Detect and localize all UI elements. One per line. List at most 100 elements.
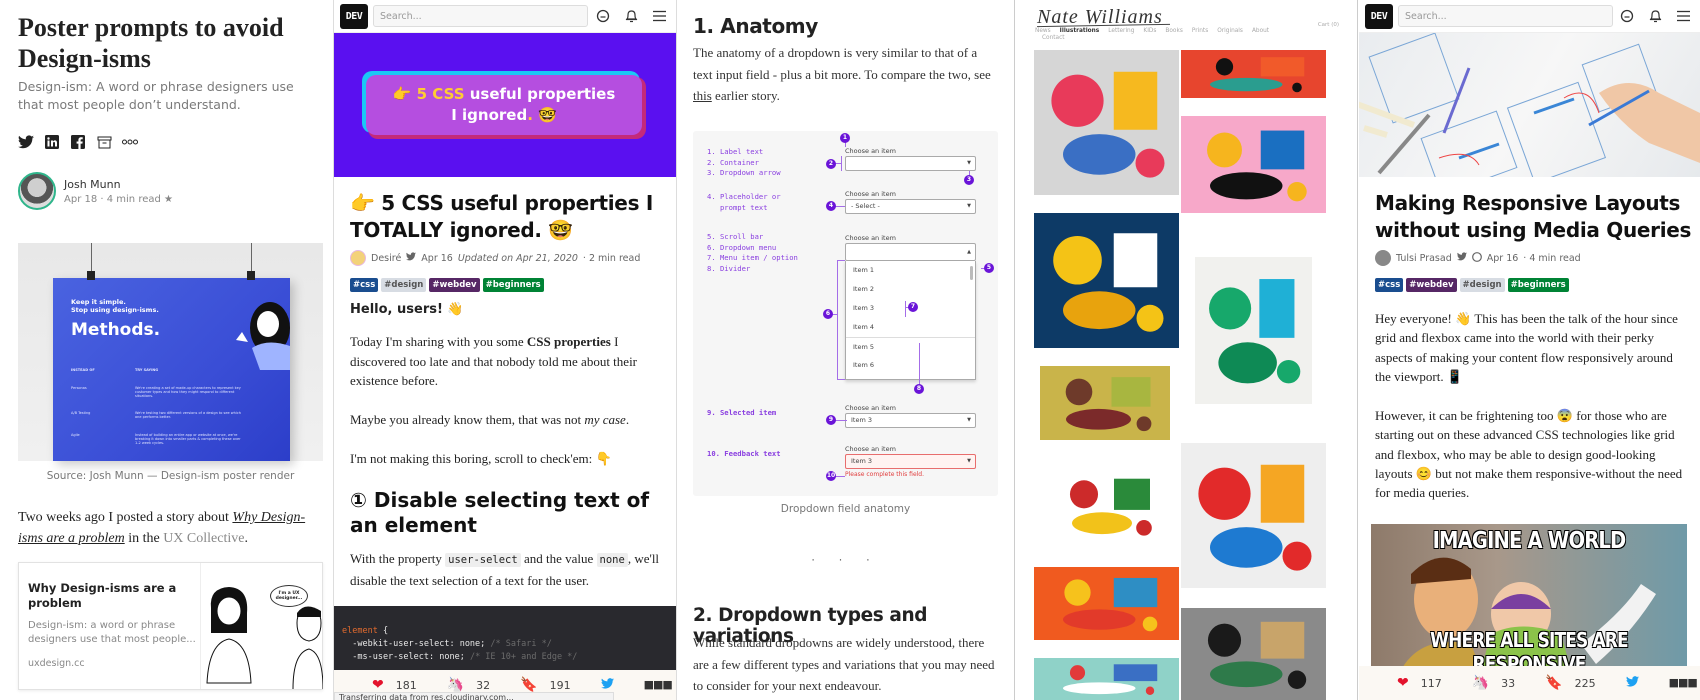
dropdown-placeholder[interactable]: - Select - ▼ [845, 199, 976, 214]
more-icon[interactable] [122, 134, 138, 150]
nav-item-news[interactable]: News [1035, 28, 1051, 34]
menu-icon[interactable] [652, 9, 666, 23]
author-name[interactable]: Tulsi Prasad [1396, 253, 1452, 264]
dropdown-selected[interactable]: Item 3 ▼ [845, 413, 976, 428]
tile-artwork [1053, 233, 1164, 332]
pointing-emoji: 👉 [392, 85, 417, 103]
twitter-icon[interactable] [18, 134, 34, 150]
nav-item-contact[interactable]: Contact [1042, 35, 1065, 41]
bookmark-ribbon-icon: 🔖 [1545, 675, 1563, 691]
author-name[interactable]: Desiré [371, 253, 401, 264]
poster-kicker: Keep it simple. Stop using design-isms. [71, 298, 159, 314]
search-input[interactable]: Search... [1398, 5, 1613, 27]
heart-reaction-button[interactable]: ❤ 117 [1397, 676, 1442, 690]
botanical-circles[interactable] [1181, 608, 1326, 700]
heart-reaction-button[interactable]: ❤ 181 [372, 678, 417, 692]
share-twitter-button[interactable] [600, 678, 614, 692]
unicorn-reaction-button[interactable]: 🦄 33 [1472, 676, 1515, 690]
save-reaction-button[interactable]: 🔖 225 [1545, 676, 1595, 690]
dropdown-empty[interactable]: ▼ [845, 156, 976, 171]
cart-link[interactable]: Cart (0) [1318, 22, 1339, 28]
caret-down-icon: ▼ [967, 458, 971, 464]
publication-link[interactable]: UX Collective [163, 531, 244, 546]
meme-bottom-text: WHERE ALL SITES ARE RESPONSIVE [1430, 628, 1628, 670]
folk-plants-illustration[interactable] [1034, 213, 1179, 348]
caret-up-icon: ▲ [967, 249, 971, 255]
save-reaction-button[interactable]: 🔖 191 [520, 678, 570, 692]
tag-badge[interactable]: #beginners [482, 278, 544, 292]
text: . [244, 531, 248, 546]
author-avatar[interactable] [350, 250, 366, 266]
site-nav: News Illustrations Lettering KIDs Books Print… [1035, 28, 1269, 34]
good-soul-illustration[interactable] [1181, 116, 1326, 213]
dropdown-menu: Item 1 Item 2 Item 3 Item 4 Item 5 Item 6 [845, 261, 976, 380]
text: and the value [520, 551, 597, 566]
code-line: -ms-user-select: none; /* IE 10+ and Edg… [342, 651, 668, 664]
nav-item-prints[interactable]: Prints [1192, 28, 1208, 34]
link-preview-card[interactable]: Why Design-isms are a problem Design-ism… [18, 562, 324, 690]
birds-illustration[interactable] [1034, 50, 1179, 195]
linkedin-icon[interactable] [44, 134, 60, 150]
brazil-packaging[interactable] [1040, 366, 1170, 440]
author-avatar[interactable] [18, 172, 56, 210]
read-time: · 2 min read [582, 252, 641, 264]
chat-icon[interactable] [596, 9, 610, 23]
caret-down-icon: ▼ [967, 417, 971, 423]
nav-item-kids[interactable]: KIDs [1143, 28, 1156, 34]
tag-badge[interactable]: #css [350, 278, 379, 292]
nav-item-lettering[interactable]: Lettering [1108, 28, 1134, 34]
wireframe-sketch-illustration [1359, 33, 1700, 177]
facebook-icon[interactable] [70, 134, 86, 150]
search-input[interactable]: Search... [373, 5, 588, 27]
dropdown-open[interactable]: ▲ [845, 243, 976, 261]
menu-item[interactable]: Item 6 [846, 356, 975, 375]
menu-item[interactable]: Item 2 [846, 280, 975, 299]
green-sun-print[interactable] [1195, 257, 1312, 404]
chat-icon[interactable] [1620, 9, 1634, 23]
anatomy-marker: 2 [826, 159, 836, 169]
dev-logo[interactable]: DEV [340, 3, 368, 29]
anatomy-marker: 8 [914, 384, 924, 394]
bell-icon[interactable] [1648, 9, 1662, 23]
nav-item-originals[interactable]: Originals [1217, 28, 1243, 34]
twitter-icon[interactable] [406, 252, 417, 264]
city-panels-illustration[interactable] [1034, 567, 1179, 640]
article-paragraph: While standard dropdowns are widely unde… [693, 635, 995, 693]
bookmark-icon[interactable] [96, 134, 112, 150]
dev-logo[interactable]: DEV [1365, 3, 1393, 29]
menu-item[interactable]: Item 5 [846, 337, 975, 356]
tag-badge[interactable]: #design [381, 278, 427, 292]
author-name[interactable]: Josh Munn [64, 178, 173, 191]
tag-badge[interactable]: #design [1459, 278, 1505, 292]
cover-image: 👉 5 CSS useful properties I ignored. 🤓 [334, 33, 676, 177]
article-subtitle: Design-ism: A word or phrase designers u… [18, 79, 294, 112]
nav-item-books[interactable]: Books [1165, 28, 1182, 34]
tag-badge[interactable]: #webdev [429, 278, 480, 292]
cushions[interactable] [1034, 658, 1179, 700]
tag-badge[interactable]: #css [1375, 278, 1404, 292]
tag-badge[interactable]: #webdev [1406, 278, 1457, 292]
nav-item-illustrations[interactable]: Illustrations [1060, 28, 1100, 34]
tag-badge[interactable]: #beginners [1507, 278, 1569, 292]
dropdown-error[interactable]: Item 3 ▼ [845, 454, 976, 469]
menu-icon[interactable] [1676, 9, 1690, 23]
more-options-button[interactable]: ■■■ [644, 678, 673, 692]
menu-item[interactable]: Item 1 [846, 261, 975, 280]
book-covers[interactable] [1048, 467, 1168, 545]
share-twitter-button[interactable] [1625, 676, 1639, 690]
author-avatar[interactable] [1375, 250, 1391, 266]
tree-triptych-illustration[interactable] [1181, 50, 1326, 98]
bell-icon[interactable] [624, 9, 638, 23]
github-icon[interactable] [1471, 251, 1482, 265]
unicorn-reaction-button[interactable]: 🦄 32 [447, 678, 490, 692]
portfolio-panel: Nate Williams News Illustrations Lettering… [1014, 0, 1358, 700]
earlier-story-link[interactable]: this [693, 88, 712, 103]
scrollbar[interactable] [970, 266, 973, 280]
nav-item-about[interactable]: About [1252, 28, 1269, 34]
dancers-illustration[interactable] [1181, 443, 1326, 588]
text: . [625, 412, 630, 427]
more-options-button[interactable]: ■■■ [1669, 676, 1698, 690]
poster-col-header: INSTEAD OF [71, 368, 95, 372]
twitter-icon[interactable] [1456, 252, 1467, 264]
menu-item[interactable]: Item 4 [846, 318, 975, 337]
